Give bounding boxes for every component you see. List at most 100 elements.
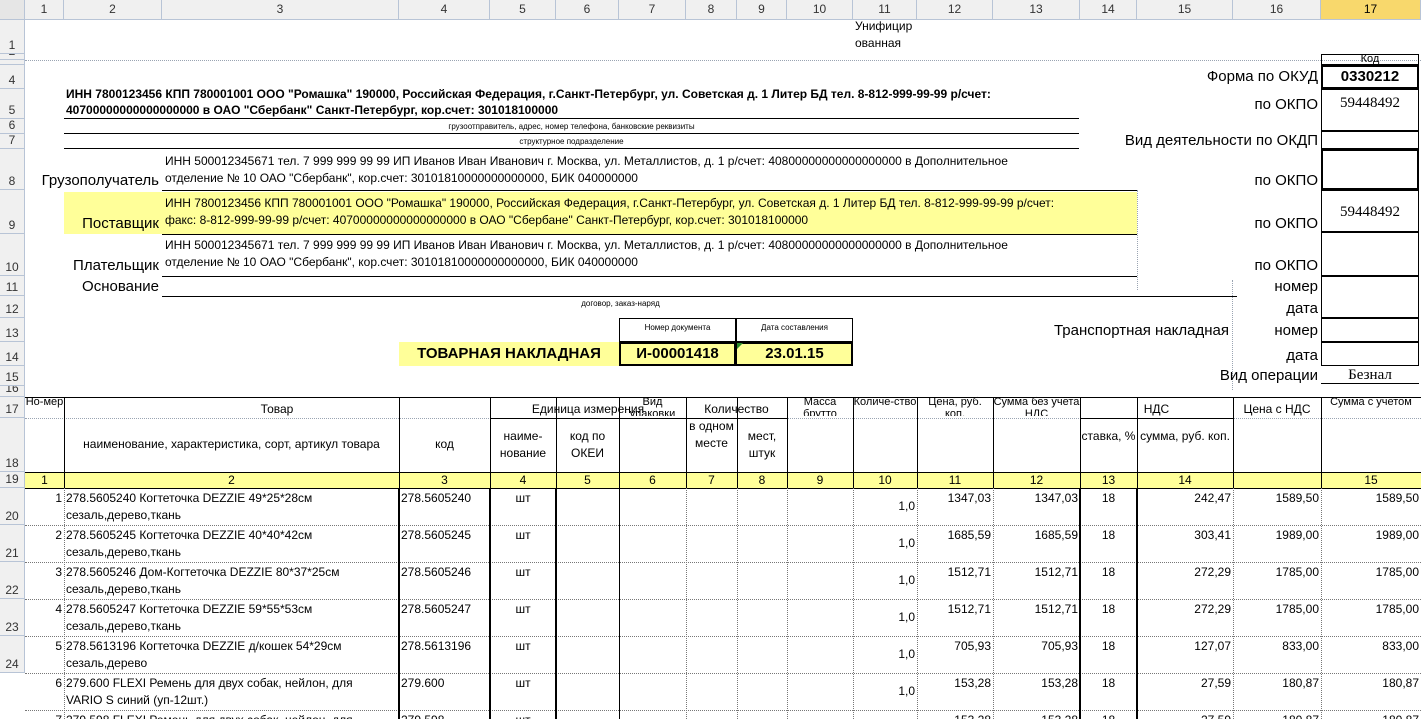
item-name-line-1[interactable]: 278.5605240 Когтеточка DEZZIE 49*25*28см (66, 490, 399, 507)
item-vat-sum[interactable]: 303,41 (1137, 527, 1233, 544)
column-header-6[interactable]: 6 (556, 0, 619, 20)
row-header-11[interactable]: 11 (0, 276, 25, 296)
item-price[interactable]: 1512,71 (917, 564, 993, 581)
item-price[interactable]: 153,28 (917, 675, 993, 692)
item-total-with-vat[interactable]: 180,87 (1321, 712, 1421, 719)
item-unit[interactable]: шт (490, 601, 556, 618)
item-vat-rate[interactable]: 18 (1080, 638, 1137, 655)
item-name-line-1[interactable]: 279.600 FLEXI Ремень для двух собак, ней… (66, 675, 399, 692)
item-name-line-2[interactable]: сезаль,дерево,ткань (66, 581, 399, 598)
item-vat-rate[interactable]: 18 (1080, 675, 1137, 692)
item-price[interactable]: 1347,03 (917, 490, 993, 507)
item-unit[interactable]: шт (490, 712, 556, 719)
item-sum-without-vat[interactable]: 705,93 (993, 638, 1080, 655)
item-quantity[interactable]: 1,0 (853, 498, 917, 515)
item-price[interactable]: 705,93 (917, 638, 993, 655)
item-vat-sum[interactable]: 272,29 (1137, 564, 1233, 581)
row-header-6[interactable]: 6 (0, 119, 25, 134)
item-sum-without-vat[interactable]: 1512,71 (993, 601, 1080, 618)
column-header-7[interactable]: 7 (619, 0, 686, 20)
item-name-line-2[interactable]: сезаль,дерево,ткань (66, 507, 399, 524)
row-header-9[interactable]: 9 (0, 190, 25, 234)
item-price-with-vat[interactable]: 1785,00 (1233, 601, 1321, 618)
row-header-4[interactable]: 4 (0, 65, 25, 89)
column-header-17[interactable]: 17 (1321, 0, 1421, 20)
row-header-13[interactable]: 13 (0, 318, 25, 342)
row-header-10[interactable]: 10 (0, 234, 25, 276)
item-total-with-vat[interactable]: 180,87 (1321, 675, 1421, 692)
item-price-with-vat[interactable]: 833,00 (1233, 638, 1321, 655)
item-price[interactable]: 1685,59 (917, 527, 993, 544)
column-header-3[interactable]: 3 (162, 0, 399, 20)
column-header-13[interactable]: 13 (993, 0, 1080, 20)
doc-number[interactable]: И-00001418 (619, 345, 736, 362)
item-vat-sum[interactable]: 27,59 (1137, 712, 1233, 719)
row-header-12[interactable]: 12 (0, 296, 25, 318)
column-header-15[interactable]: 15 (1137, 0, 1233, 20)
row-header-17[interactable]: 17 (0, 397, 25, 418)
item-price-with-vat[interactable]: 1589,50 (1233, 490, 1321, 507)
column-header-10[interactable]: 10 (787, 0, 853, 20)
item-total-with-vat[interactable]: 1989,00 (1321, 527, 1421, 544)
item-quantity[interactable]: 1,0 (853, 572, 917, 589)
item-code[interactable]: 279.600 (401, 675, 490, 692)
item-name-line-2[interactable]: сезаль,дерево (66, 655, 399, 672)
item-code[interactable]: 278.5605240 (401, 490, 490, 507)
item-quantity[interactable]: 1,0 (853, 646, 917, 663)
item-vat-sum[interactable]: 27,59 (1137, 675, 1233, 692)
item-total-with-vat[interactable]: 1785,00 (1321, 601, 1421, 618)
item-unit[interactable]: шт (490, 490, 556, 507)
row-header-15[interactable]: 15 (0, 366, 25, 386)
item-name-line-1[interactable]: 278.5613196 Когтеточка DEZZIE д/кошек 54… (66, 638, 399, 655)
operation-value[interactable]: Безнал (1321, 367, 1419, 384)
row-header-7[interactable]: 7 (0, 134, 25, 149)
item-code[interactable]: 279.598 (401, 712, 490, 719)
item-price-with-vat[interactable]: 180,87 (1233, 712, 1321, 719)
column-header-8[interactable]: 8 (686, 0, 737, 20)
column-header-12[interactable]: 12 (917, 0, 993, 20)
item-name-line-1[interactable]: 278.5605247 Когтеточка DEZZIE 59*55*53см (66, 601, 399, 618)
item-price-with-vat[interactable]: 1785,00 (1233, 564, 1321, 581)
item-price-with-vat[interactable]: 1989,00 (1233, 527, 1321, 544)
okpo-value-shipper[interactable]: 59448492 (1321, 95, 1419, 112)
item-unit[interactable]: шт (490, 527, 556, 544)
item-price-with-vat[interactable]: 180,87 (1233, 675, 1321, 692)
column-header-2[interactable]: 2 (64, 0, 162, 20)
item-price[interactable]: 1512,71 (917, 601, 993, 618)
row-header-18[interactable]: 18 (0, 418, 25, 472)
item-sum-without-vat[interactable]: 153,28 (993, 712, 1080, 719)
okpo-value-supplier[interactable]: 59448492 (1321, 204, 1419, 221)
item-name-line-2[interactable]: сезаль,дерево,ткань (66, 618, 399, 635)
item-unit[interactable]: шт (490, 564, 556, 581)
item-quantity[interactable]: 1,0 (853, 683, 917, 700)
row-header-16[interactable]: 16 (0, 386, 25, 397)
column-header-16[interactable]: 16 (1233, 0, 1321, 20)
item-name-line-1[interactable]: 279.598 FLEXI Ремень для двух собак, ней… (66, 712, 399, 719)
item-quantity[interactable]: 1,0 (853, 609, 917, 626)
item-code[interactable]: 278.5605245 (401, 527, 490, 544)
doc-date[interactable]: 23.01.15 (736, 345, 853, 362)
item-name-line-1[interactable]: 278.5605246 Дом-Когтеточка DEZZIE 80*37*… (66, 564, 399, 581)
item-sum-without-vat[interactable]: 1347,03 (993, 490, 1080, 507)
item-name-line-1[interactable]: 278.5605245 Когтеточка DEZZIE 40*40*42см (66, 527, 399, 544)
item-vat-rate[interactable]: 18 (1080, 490, 1137, 507)
item-code[interactable]: 278.5613196 (401, 638, 490, 655)
column-header-11[interactable]: 11 (853, 0, 917, 20)
item-sum-without-vat[interactable]: 1512,71 (993, 564, 1080, 581)
item-vat-rate[interactable]: 18 (1080, 527, 1137, 544)
column-header-5[interactable]: 5 (490, 0, 556, 20)
item-code[interactable]: 278.5605247 (401, 601, 490, 618)
item-total-with-vat[interactable]: 1785,00 (1321, 564, 1421, 581)
row-header-14[interactable]: 14 (0, 342, 25, 366)
item-name-line-2[interactable]: VARIO S синий (уп-12шт.) (66, 692, 399, 709)
row-header-1[interactable]: 1 (0, 20, 25, 54)
item-vat-sum[interactable]: 127,07 (1137, 638, 1233, 655)
spreadsheet[interactable]: 1234567891011121314151617 12345678910111… (0, 0, 1421, 719)
item-vat-rate[interactable]: 18 (1080, 712, 1137, 719)
item-vat-sum[interactable]: 242,47 (1137, 490, 1233, 507)
item-total-with-vat[interactable]: 833,00 (1321, 638, 1421, 655)
item-total-with-vat[interactable]: 1589,50 (1321, 490, 1421, 507)
item-sum-without-vat[interactable]: 1685,59 (993, 527, 1080, 544)
item-vat-rate[interactable]: 18 (1080, 601, 1137, 618)
column-header-4[interactable]: 4 (399, 0, 490, 20)
